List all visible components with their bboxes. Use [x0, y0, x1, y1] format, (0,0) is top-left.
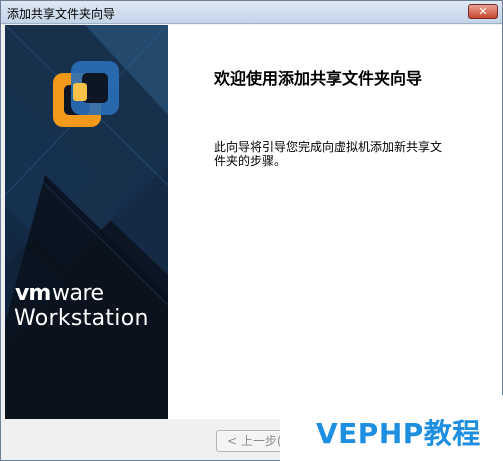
page-title: 欢迎使用添加共享文件夹向导: [214, 69, 423, 88]
watermark-text: VEPHP教程: [316, 417, 481, 450]
brand-ware-text: ware: [52, 281, 104, 306]
content-panel: 欢迎使用添加共享文件夹向导 此向导将引导您完成向虚拟机添加新共享文 件夹的步骤。: [168, 25, 502, 419]
title-bar: 添加共享文件夹向导 ✕: [1, 1, 502, 24]
close-icon: ✕: [478, 5, 488, 18]
brand-vm-text: vm: [15, 281, 51, 306]
wizard-window: 添加共享文件夹向导 ✕ vm ware Workstation 欢迎使用添加共享…: [0, 0, 503, 461]
watermark: VEPHP教程: [280, 395, 503, 461]
description-line-2: 件夹的步骤。: [214, 154, 287, 168]
product-name: Workstation: [14, 306, 149, 331]
vmware-workstation-logo-icon: [53, 61, 119, 127]
back-button[interactable]: < 上一步(: [216, 430, 286, 452]
sidebar-banner: vm ware Workstation: [5, 25, 168, 419]
close-button[interactable]: ✕: [468, 4, 498, 19]
description-text: 此向导将引导您完成向虚拟机添加新共享文 件夹的步骤。: [214, 140, 454, 168]
window-title: 添加共享文件夹向导: [7, 7, 116, 21]
description-line-1: 此向导将引导您完成向虚拟机添加新共享文: [214, 140, 443, 154]
